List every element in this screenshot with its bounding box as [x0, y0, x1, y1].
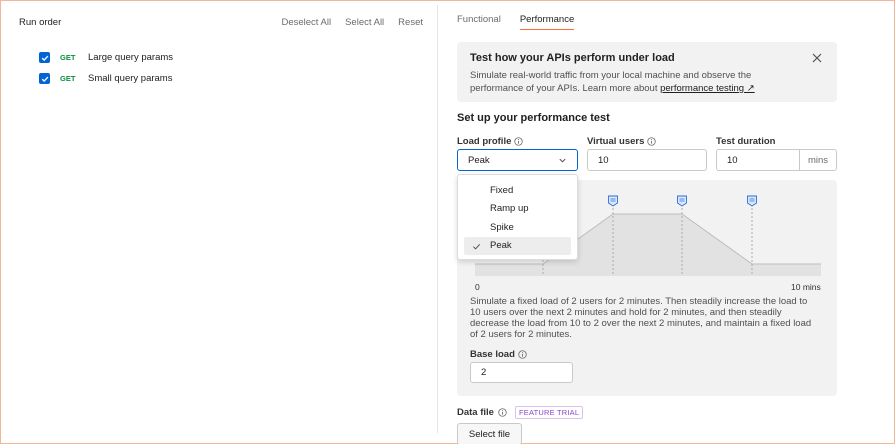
- select-all-button[interactable]: Select All: [345, 17, 384, 28]
- drag-handle-icon[interactable]: [747, 195, 757, 207]
- load-profile-dropdown: Fixed Ramp up Spike Peak: [457, 174, 578, 260]
- test-duration-value: 10: [727, 154, 738, 166]
- option-label: Spike: [490, 221, 514, 233]
- base-load-input[interactable]: 2: [470, 362, 573, 383]
- dropdown-option-ramp-up[interactable]: Ramp up: [464, 200, 571, 219]
- run-order-panel: Run order Deselect All Select All Reset …: [5, 5, 438, 433]
- virtual-users-value: 10: [598, 154, 609, 166]
- request-name: Large query params: [88, 52, 174, 63]
- request-name: Small query params: [88, 73, 173, 84]
- request-method: GET: [60, 53, 76, 62]
- dropdown-option-spike[interactable]: Spike: [464, 218, 571, 237]
- banner-text: Simulate real-world traffic from your lo…: [470, 69, 790, 95]
- dropdown-option-peak[interactable]: Peak: [464, 236, 571, 255]
- virtual-users-label-text: Virtual users: [587, 136, 645, 147]
- select-file-button[interactable]: Select file: [457, 423, 522, 444]
- close-icon[interactable]: [811, 52, 823, 64]
- graph-x-end-label: 10 mins: [791, 282, 821, 292]
- info-icon[interactable]: [498, 408, 507, 417]
- load-profile-label-text: Load profile: [457, 136, 512, 147]
- request-method: GET: [60, 74, 76, 83]
- load-profile-label: Load profile: [457, 136, 524, 147]
- data-file-label-text: Data file: [457, 407, 494, 418]
- feature-trial-badge: FEATURE TRIAL: [514, 406, 584, 419]
- banner-title: Test how your APIs perform under load: [470, 52, 675, 64]
- info-banner: Test how your APIs perform under load Si…: [457, 42, 837, 102]
- option-label: Fixed: [490, 184, 514, 196]
- performance-testing-link[interactable]: performance testing ↗: [660, 83, 755, 94]
- duration-unit: mins: [798, 150, 836, 170]
- run-order-actions: Deselect All Select All Reset: [281, 17, 423, 28]
- option-label: Ramp up: [490, 203, 529, 215]
- check-icon: [41, 55, 48, 61]
- run-order-header: Run order Deselect All Select All Reset: [19, 15, 423, 29]
- request-checkbox[interactable]: [39, 73, 50, 84]
- dropdown-option-fixed[interactable]: Fixed: [464, 181, 571, 200]
- run-order-title: Run order: [19, 16, 62, 28]
- graph-x-start-label: 0: [475, 282, 480, 292]
- data-file-label: Data file FEATURE TRIAL: [457, 406, 584, 419]
- drag-handle-icon[interactable]: [608, 195, 618, 207]
- check-icon: [473, 243, 481, 250]
- drag-handle-icon[interactable]: [677, 195, 687, 207]
- info-icon[interactable]: [514, 137, 524, 146]
- virtual-users-label: Virtual users: [587, 136, 657, 147]
- request-item: GET Small query params: [39, 68, 173, 89]
- chevron-down-icon: [559, 158, 566, 163]
- test-duration-label: Test duration: [716, 136, 775, 147]
- load-profile-description: Simulate a fixed load of 2 users for 2 m…: [470, 296, 812, 340]
- reset-button[interactable]: Reset: [398, 17, 423, 28]
- load-profile-value: Peak: [468, 154, 490, 166]
- option-label: Peak: [490, 240, 512, 252]
- load-profile-select[interactable]: Peak: [457, 149, 578, 171]
- tab-performance[interactable]: Performance: [519, 14, 575, 30]
- test-duration-label-text: Test duration: [716, 136, 776, 147]
- test-duration-input[interactable]: 10 mins: [716, 149, 837, 171]
- deselect-all-button[interactable]: Deselect All: [281, 17, 331, 28]
- base-load-label: Base load: [470, 349, 527, 360]
- request-item: GET Large query params: [39, 47, 173, 68]
- info-icon[interactable]: [518, 350, 527, 359]
- request-checkbox[interactable]: [39, 52, 50, 63]
- base-load-label-text: Base load: [470, 349, 515, 360]
- check-icon: [41, 76, 48, 82]
- info-icon[interactable]: [647, 137, 657, 146]
- tab-functional[interactable]: Functional: [457, 14, 501, 30]
- runner-tabs: Functional Performance: [457, 14, 575, 30]
- request-list: GET Large query params GET Small query p…: [39, 47, 173, 89]
- base-load-value: 2: [481, 367, 487, 378]
- setup-title: Set up your performance test: [457, 112, 610, 124]
- virtual-users-input[interactable]: 10: [587, 149, 707, 171]
